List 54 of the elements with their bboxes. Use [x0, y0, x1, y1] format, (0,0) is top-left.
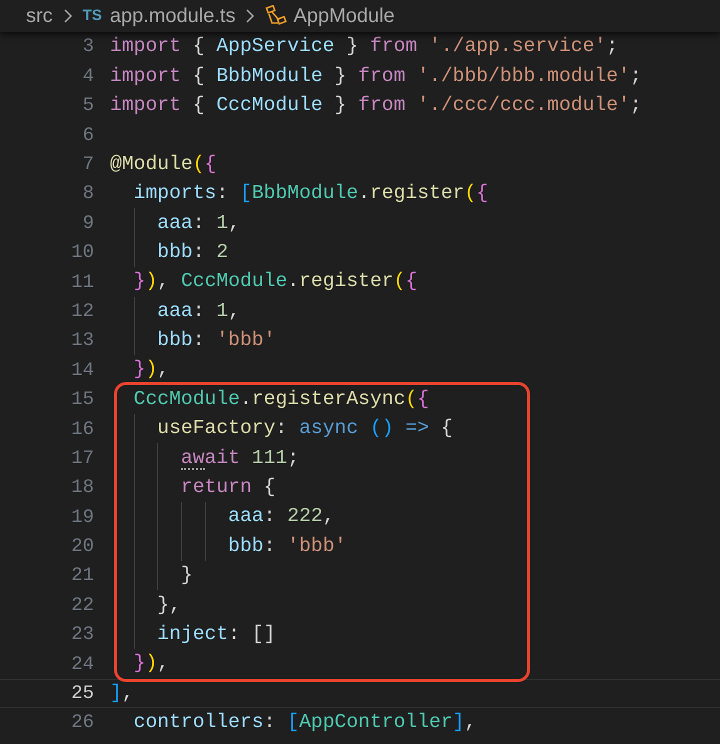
line-number: 17 — [70, 446, 94, 471]
code-line: aaa: 222, — [228, 504, 335, 530]
code-line: controllers: [AppController], — [134, 710, 476, 736]
code-line: imports: [BbbModule.register({ — [134, 181, 488, 206]
chevron-right-icon — [245, 8, 256, 24]
line-number: 21 — [70, 563, 94, 588]
code-line: CccModule.registerAsync({ — [134, 386, 430, 412]
code-line: inject: [] — [157, 622, 276, 647]
line-number: 9 — [82, 210, 94, 236]
line-number: 16 — [70, 416, 94, 442]
code-line: bbb: 'bbb' — [228, 534, 346, 559]
line-number: 22 — [70, 592, 94, 618]
line-number: 23 — [70, 622, 94, 648]
line-number: 15 — [70, 387, 94, 412]
code-line: aaa: 1, — [157, 298, 240, 324]
code-line: aaa: 1, — [157, 210, 240, 236]
line-number: 13 — [70, 328, 94, 354]
line-number: 18 — [70, 475, 94, 500]
code-line: import { CccModule } from './ccc/ccc.module'; — [110, 92, 642, 118]
line-number: 6 — [82, 122, 94, 148]
line-number: 20 — [70, 534, 94, 560]
line-number: 3 — [82, 34, 94, 60]
breadcrumb-item[interactable]: app.module.ts — [110, 1, 236, 31]
code-line: @Module({ — [110, 152, 216, 177]
code-line: await 111; — [180, 446, 300, 472]
module-icon — [265, 5, 288, 27]
line-number: 5 — [82, 93, 94, 118]
chevron-right-icon — [62, 8, 73, 24]
code-line: }, — [157, 592, 181, 618]
code-line: bbb: 'bbb' — [157, 328, 276, 354]
code-line: import { AppService } from './app.service'; — [110, 34, 618, 60]
line-number: 4 — [82, 64, 94, 89]
code-line: import { BbbModule } from './bbb/bbb.module'; — [110, 64, 642, 89]
code-line: }), — [134, 357, 170, 382]
code-line: ], — [110, 680, 134, 706]
line-number: 8 — [82, 181, 94, 206]
typescript-file-icon: TS — [82, 4, 102, 28]
line-number: 7 — [82, 152, 94, 177]
line-number: 14 — [70, 358, 94, 383]
line-number: 19 — [70, 504, 94, 530]
line-number: 10 — [70, 240, 94, 266]
code-line: }), CccModule.register({ — [134, 269, 418, 294]
line-number: 24 — [70, 652, 94, 677]
line-number: 12 — [70, 298, 94, 324]
line-number: 11 — [70, 270, 94, 295]
line-number: 25 — [70, 681, 94, 706]
code-line: bbb: 2 — [157, 240, 228, 265]
code-line: return { — [180, 475, 276, 500]
breadcrumb-item[interactable]: AppModule — [293, 1, 395, 31]
code-line: } — [180, 563, 193, 588]
line-number: 26 — [70, 710, 94, 736]
code-line: useFactory: async () => { — [157, 416, 453, 442]
code-line: }), — [134, 651, 170, 676]
breadcrumb-item[interactable]: src — [26, 1, 53, 31]
